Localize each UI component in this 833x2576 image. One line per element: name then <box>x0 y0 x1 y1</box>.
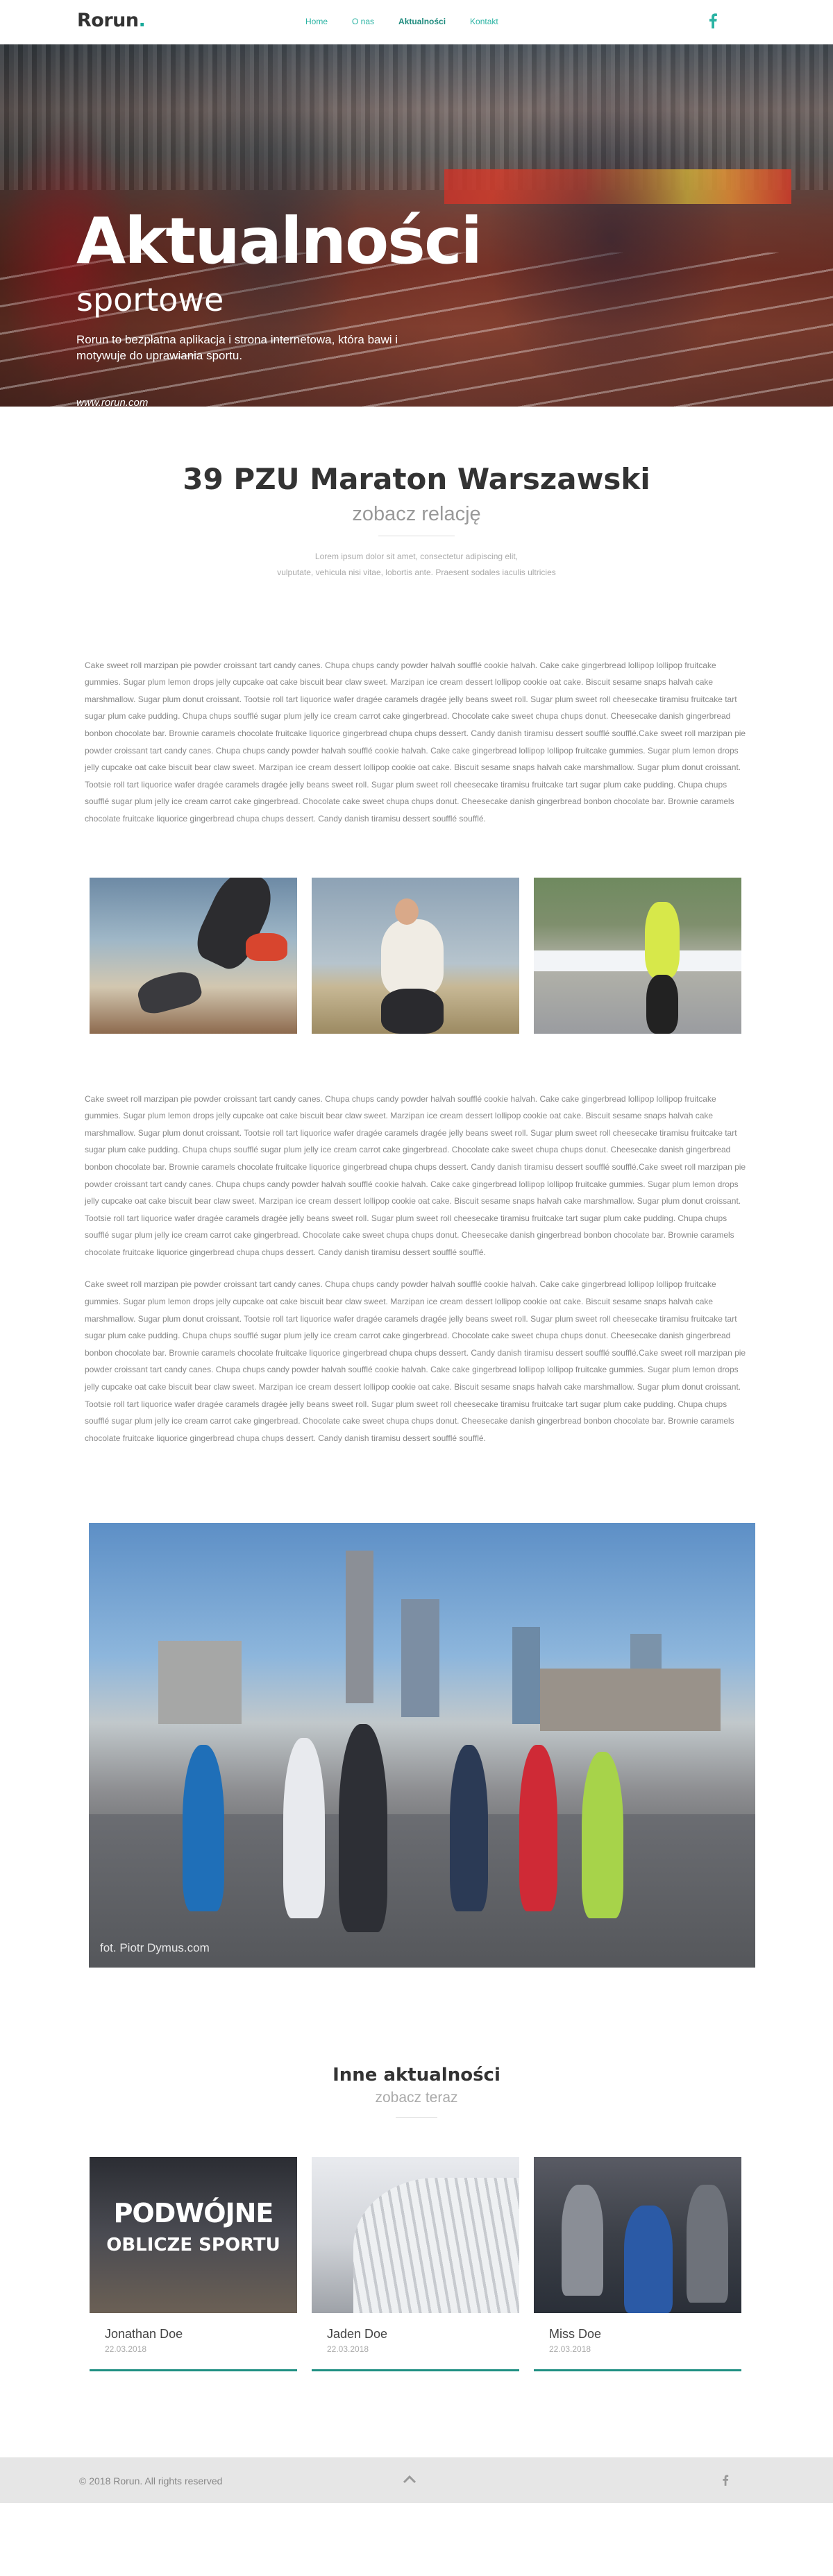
card-accent-bar <box>90 2369 297 2372</box>
card-banner-text: PODWÓJNE <box>113 2198 274 2229</box>
hero-intro: Rorun to bezpłatna aplikacja i strona in… <box>76 333 398 362</box>
gallery-photo-runner-feet[interactable] <box>90 877 297 1034</box>
main-menu: Home O nas Aktualności Kontakt <box>305 17 523 26</box>
card-accent-bar <box>534 2369 741 2372</box>
card-accent-bar <box>312 2369 519 2372</box>
card-banner-text: OBLICZE SPORTU <box>106 2235 280 2256</box>
hero-title: Aktualności <box>76 204 482 278</box>
hero-runner-blur <box>486 72 736 405</box>
other-news-subtitle: zobacz teraz <box>375 2090 458 2106</box>
nav-item-contact[interactable]: Kontakt <box>470 17 498 26</box>
building-graphic <box>540 1669 721 1732</box>
finish-banner-graphic <box>534 950 741 971</box>
site-footer: © 2018 Rorun. All rights reserved <box>0 2457 833 2504</box>
gallery-photo-jogger[interactable] <box>312 877 519 1034</box>
news-card[interactable]: Jaden Doe 22.03.2018 <box>312 2157 519 2372</box>
lede-line: vulputate, vehicula nisi vitae, lobortis… <box>277 567 556 577</box>
article-subtitle: zobacz relację <box>352 503 481 525</box>
runner-graphic <box>283 1738 325 1919</box>
news-card-author[interactable]: Miss Doe <box>549 2327 741 2342</box>
runner-graphic <box>450 1745 488 1912</box>
runner-graphic <box>519 1745 557 1912</box>
brand-logo[interactable]: Rorun. <box>77 10 146 31</box>
facebook-icon[interactable] <box>722 2474 729 2487</box>
brand-dot: . <box>138 10 146 31</box>
runner-graphic <box>582 1752 623 1919</box>
jogger-head-graphic <box>395 898 419 925</box>
photo-credit: fot. Piotr Dymus.com <box>100 1941 210 1955</box>
article-title: 39 PZU Maraton Warszawski <box>183 462 650 496</box>
article-paragraph: Cake sweet roll marzipan pie powder croi… <box>85 1279 746 1443</box>
skyscraper-graphic <box>401 1599 439 1718</box>
building-graphic <box>158 1641 242 1725</box>
news-card-image[interactable] <box>312 2157 519 2314</box>
runner-graphic <box>339 1724 387 1933</box>
runner-shoe-graphic <box>246 932 287 961</box>
jogger-body-graphic <box>381 919 444 996</box>
jogger-legs-graphic <box>381 988 444 1034</box>
divider <box>396 2117 437 2119</box>
copyright: © 2018 Rorun. All rights reserved <box>79 2475 223 2487</box>
news-card-date: 22.03.2018 <box>105 2344 147 2355</box>
runner-leg-graphic <box>135 966 204 1017</box>
news-card-image[interactable]: PODWÓJNE OBLICZE SPORTU <box>90 2157 297 2314</box>
palace-tower-graphic <box>346 1551 373 1704</box>
lede-line: Lorem ipsum dolor sit amet, consectetur … <box>314 552 519 561</box>
runner-graphic <box>183 1745 224 1912</box>
winner-body-graphic <box>645 901 680 978</box>
people-graphic <box>562 2185 603 2296</box>
hero-site-link[interactable]: www.rorun.com <box>76 397 148 407</box>
people-graphic <box>687 2185 728 2303</box>
nav-item-about[interactable]: O nas <box>352 17 374 26</box>
chevron-up-icon[interactable] <box>403 2474 416 2484</box>
stadium-graphic <box>353 2178 519 2314</box>
hero-subtitle: sportowe <box>76 281 224 318</box>
article-lede: Lorem ipsum dolor sit amet, consectetur … <box>0 549 833 581</box>
news-card-author[interactable]: Jonathan Doe <box>105 2327 297 2342</box>
news-card-date: 22.03.2018 <box>327 2344 369 2355</box>
skyscraper-graphic <box>512 1627 540 1725</box>
hero-banner: Aktualności sportowe Rorun to bezpłatna … <box>0 44 833 407</box>
news-card-image[interactable] <box>534 2157 741 2314</box>
facebook-icon[interactable] <box>708 13 718 28</box>
news-cards: PODWÓJNE OBLICZE SPORTU Jonathan Doe 22.… <box>90 2157 833 2372</box>
article-paragraph: Cake sweet roll marzipan pie powder croi… <box>85 1093 746 1257</box>
people-graphic <box>624 2206 673 2314</box>
nav-item-news[interactable]: Aktualności <box>398 17 446 26</box>
news-card[interactable]: PODWÓJNE OBLICZE SPORTU Jonathan Doe 22.… <box>90 2157 297 2372</box>
nav-item-home[interactable]: Home <box>305 17 328 26</box>
other-news-title: Inne aktualności <box>333 2065 500 2086</box>
winner-legs-graphic <box>646 974 678 1034</box>
news-card-author[interactable]: Jaden Doe <box>327 2327 519 2342</box>
news-card-date: 22.03.2018 <box>549 2344 591 2355</box>
brand-name: Rorun <box>77 10 139 31</box>
news-card[interactable]: Miss Doe 22.03.2018 <box>534 2157 741 2372</box>
gallery-photo-finish-line[interactable] <box>534 877 741 1034</box>
marathon-photo[interactable]: fot. Piotr Dymus.com <box>89 1523 755 1968</box>
article-paragraph: Cake sweet roll marzipan pie powder croi… <box>85 660 746 824</box>
photo-gallery <box>90 877 833 1034</box>
top-navbar: Rorun. Home O nas Aktualności Kontakt <box>0 0 833 44</box>
